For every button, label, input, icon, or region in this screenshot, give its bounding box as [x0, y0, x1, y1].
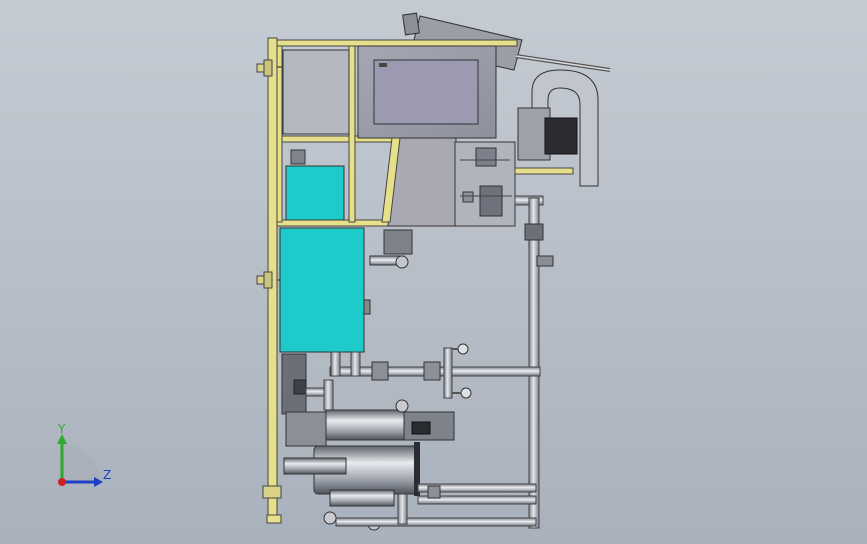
- triad-z-label: Z: [103, 468, 111, 482]
- right-vertical-pipe: [514, 195, 554, 529]
- pressure-gauge-top: [457, 343, 469, 355]
- large-tank: [279, 227, 371, 353]
- orientation-triad: Y Z: [57, 422, 111, 487]
- gearbox-valve: [369, 229, 413, 269]
- upper-left-compartment: [282, 49, 350, 135]
- valve-cluster: [281, 353, 334, 415]
- control-cabinet: [357, 45, 497, 139]
- upper-pump-motor: [285, 399, 455, 447]
- pressure-gauge-bottom: [460, 387, 472, 399]
- electrical-panel: [454, 141, 516, 227]
- triad-y-label: Y: [57, 422, 66, 436]
- blower-fan: [514, 69, 599, 187]
- cad-viewport[interactable]: Y Z: [0, 0, 867, 544]
- frame-bracket-bottom: [262, 485, 282, 499]
- gauge-pipe-run: [329, 347, 541, 399]
- small-tank: [285, 149, 345, 221]
- triad-x-axis: [58, 478, 66, 486]
